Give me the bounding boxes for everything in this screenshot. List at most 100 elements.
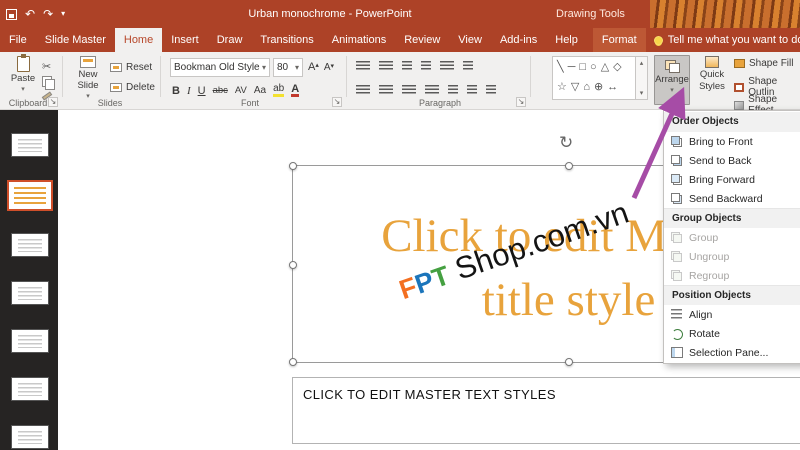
tab-animations[interactable]: Animations bbox=[323, 28, 395, 52]
quick-styles-button[interactable]: Quick Styles bbox=[694, 56, 730, 92]
slide-thumbnail-3[interactable] bbox=[12, 234, 48, 256]
numbering-button[interactable] bbox=[379, 61, 393, 72]
tab-draw[interactable]: Draw bbox=[208, 28, 252, 52]
justify-button[interactable] bbox=[425, 85, 439, 96]
master-body-text: CLICK TO EDIT MASTER TEXT STYLES bbox=[303, 387, 556, 402]
menu-item-regroup[interactable]: Regroup bbox=[664, 266, 800, 285]
arrange-dropdown-menu: Order Objects Bring to Front Send to Bac… bbox=[663, 110, 800, 364]
align-text-button[interactable] bbox=[467, 85, 477, 96]
reset-button[interactable]: Reset bbox=[110, 62, 152, 73]
slide-thumbnail-6[interactable] bbox=[12, 378, 48, 400]
shape-fill-button[interactable]: Shape Fill bbox=[734, 58, 793, 69]
clipboard-dialog-launcher[interactable]: ↘ bbox=[48, 97, 58, 107]
font-dialog-launcher[interactable]: ↘ bbox=[332, 97, 342, 107]
font-name-combo[interactable]: Bookman Old Style (Hea ▾ bbox=[170, 58, 270, 77]
cut-button[interactable]: ✂ bbox=[42, 60, 51, 73]
highlight-color-button[interactable]: ab bbox=[273, 84, 285, 97]
arrange-icon bbox=[664, 60, 680, 73]
tab-addins[interactable]: Add-ins bbox=[491, 28, 546, 52]
rotation-handle-icon[interactable]: ↻ bbox=[559, 134, 573, 151]
shapes-gallery-scrollbar[interactable]: ▴ ▾ bbox=[635, 57, 647, 99]
save-icon[interactable] bbox=[6, 8, 17, 20]
tab-home[interactable]: Home bbox=[114, 28, 163, 52]
send-to-back-label: Send to Back bbox=[689, 154, 752, 167]
shape-fill-label: Shape Fill bbox=[749, 58, 794, 69]
tell-me-box[interactable]: Tell me what you want to do bbox=[646, 28, 800, 52]
group-label: Group bbox=[689, 231, 719, 244]
selection-pane-label: Selection Pane... bbox=[689, 346, 769, 359]
align-center-button[interactable] bbox=[379, 85, 393, 96]
menu-item-selection-pane[interactable]: Selection Pane... bbox=[664, 343, 800, 362]
bring-to-front-icon bbox=[671, 136, 682, 147]
bullets-button[interactable] bbox=[356, 61, 370, 72]
font-color-button[interactable]: A bbox=[291, 84, 300, 97]
paragraph-dialog-launcher[interactable]: ↘ bbox=[516, 97, 526, 107]
qat-customize-icon[interactable]: ▾ bbox=[61, 10, 65, 18]
copy-button[interactable] bbox=[42, 76, 55, 90]
increase-font-size-button[interactable]: A▴ bbox=[308, 61, 319, 73]
tab-insert[interactable]: Insert bbox=[162, 28, 208, 52]
increase-indent-button[interactable] bbox=[421, 61, 431, 72]
slide-thumbnail-7[interactable] bbox=[12, 426, 48, 448]
tab-transitions[interactable]: Transitions bbox=[251, 28, 322, 52]
align-right-button[interactable] bbox=[402, 85, 416, 96]
change-case-button[interactable]: Aa bbox=[254, 85, 266, 96]
decrease-indent-button[interactable] bbox=[402, 61, 412, 72]
bold-button[interactable]: B bbox=[172, 85, 180, 97]
menu-item-ungroup[interactable]: Ungroup bbox=[664, 247, 800, 266]
arrange-button[interactable]: Arrange ▾ bbox=[654, 55, 690, 105]
paste-icon bbox=[16, 54, 30, 72]
slide-thumbnail-5[interactable] bbox=[12, 330, 48, 352]
window-title: Urban monochrome - PowerPoint bbox=[248, 8, 412, 20]
text-direction-button[interactable] bbox=[463, 61, 473, 72]
italic-button[interactable]: I bbox=[187, 85, 191, 97]
tab-help[interactable]: Help bbox=[546, 28, 587, 52]
columns-button[interactable] bbox=[448, 85, 458, 96]
quick-access-toolbar: ↶ ↷ ▾ bbox=[6, 0, 65, 28]
tab-review[interactable]: Review bbox=[395, 28, 449, 52]
undo-icon[interactable]: ↶ bbox=[25, 8, 35, 20]
rotate-icon bbox=[671, 328, 683, 340]
underline-button[interactable]: U bbox=[198, 85, 206, 97]
menu-item-group[interactable]: Group bbox=[664, 228, 800, 247]
align-label: Align bbox=[689, 308, 713, 321]
arrange-label: Arrange bbox=[655, 74, 689, 85]
body-text-placeholder[interactable]: CLICK TO EDIT MASTER TEXT STYLES bbox=[292, 377, 800, 444]
shapes-gallery[interactable]: ╲─□○△◇ ☆▽⌂⊕↔ ▴ ▾ bbox=[552, 56, 648, 100]
selection-handle-top-middle[interactable] bbox=[565, 162, 573, 170]
selection-handle-top-left[interactable] bbox=[289, 162, 297, 170]
menu-item-bring-forward[interactable]: Bring Forward bbox=[664, 170, 800, 189]
align-left-button[interactable] bbox=[356, 85, 370, 96]
tab-format[interactable]: Format bbox=[592, 28, 646, 52]
decrease-font-size-button[interactable]: A▾ bbox=[324, 62, 334, 73]
tab-file[interactable]: File bbox=[0, 28, 36, 52]
scroll-down-icon[interactable]: ▾ bbox=[640, 89, 644, 97]
font-size-combo[interactable]: 80 ▾ bbox=[273, 58, 303, 77]
shape-effects-icon bbox=[734, 100, 745, 110]
slide-thumbnail-2-selected[interactable] bbox=[9, 182, 51, 209]
send-backward-icon bbox=[671, 193, 682, 204]
scroll-up-icon[interactable]: ▴ bbox=[640, 59, 644, 67]
slide-thumbnail-1[interactable] bbox=[12, 134, 48, 156]
line-spacing-button[interactable] bbox=[440, 61, 454, 72]
menu-item-send-to-back[interactable]: Send to Back bbox=[664, 151, 800, 170]
shape-outline-icon bbox=[734, 82, 745, 92]
selection-handle-bottom-left[interactable] bbox=[289, 358, 297, 366]
selection-pane-icon bbox=[671, 347, 683, 358]
selection-handle-bottom-middle[interactable] bbox=[565, 358, 573, 366]
delete-button[interactable]: Delete bbox=[110, 82, 155, 93]
menu-item-bring-to-front[interactable]: Bring to Front bbox=[664, 132, 800, 151]
menu-item-rotate[interactable]: Rotate ▸ bbox=[664, 324, 800, 343]
paste-button[interactable]: Paste ▾ bbox=[8, 54, 38, 93]
font-size-value: 80 bbox=[277, 62, 289, 73]
tab-slide-master[interactable]: Slide Master bbox=[36, 28, 115, 52]
character-spacing-button[interactable]: AV bbox=[235, 85, 247, 96]
menu-item-send-backward[interactable]: Send Backward bbox=[664, 189, 800, 208]
strikethrough-button[interactable]: abc bbox=[213, 85, 228, 96]
menu-item-align[interactable]: Align ▸ bbox=[664, 305, 800, 324]
new-slide-button[interactable]: New Slide ▾ bbox=[70, 56, 106, 100]
slide-thumbnail-4[interactable] bbox=[12, 282, 48, 304]
redo-icon[interactable]: ↷ bbox=[43, 8, 53, 20]
convert-smartart-button[interactable] bbox=[486, 85, 496, 96]
tab-view[interactable]: View bbox=[449, 28, 491, 52]
